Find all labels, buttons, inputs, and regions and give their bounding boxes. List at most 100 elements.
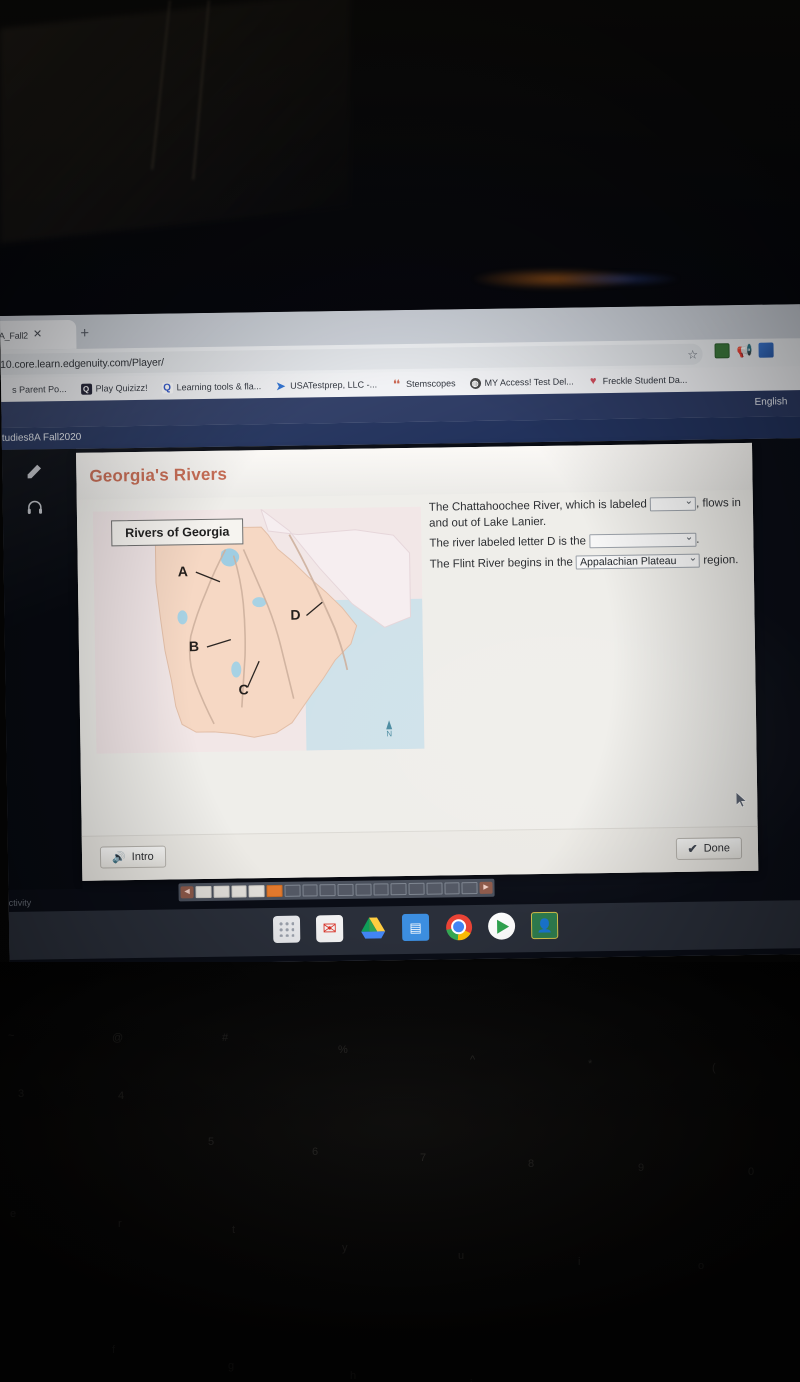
question-3: The Flint River begins in the Appalachia… [430, 553, 746, 573]
room-light-reflection [560, 272, 680, 286]
keyboard-shading [0, 962, 800, 1382]
mouse-cursor [735, 791, 748, 808]
georgia-rivers-map: Rivers of Georgia A B C D N [92, 506, 425, 754]
question-2-text-before: The river labeled letter D is the [429, 535, 587, 550]
dropdown-river-d[interactable] [589, 532, 697, 549]
intro-button[interactable]: 🔊 Intro [99, 845, 166, 869]
megaphone-extension-icon[interactable]: 📢 [736, 343, 752, 358]
bookmark-label: Freckle Student Da... [602, 374, 688, 387]
bookmark-label: Stemscopes [405, 378, 456, 389]
edgenuity-body: Activity Georgia's Rivers Rivers of Geor… [0, 437, 800, 966]
progress-step[interactable] [408, 882, 425, 896]
drive-icon[interactable] [359, 914, 386, 941]
dropdown-chattahoochee-label[interactable] [649, 496, 697, 512]
shelf-app-icons: ✉ ▤ 👤 [272, 911, 559, 944]
right-arrow-icon[interactable]: ▶ [479, 881, 493, 894]
progress-step[interactable] [461, 881, 478, 895]
stemscopes-icon: ❛❛ [393, 378, 400, 390]
play-icon[interactable] [487, 912, 516, 940]
bookmark-item[interactable]: ♥ Freckle Student Da... [588, 374, 688, 388]
question-1: The Chattahoochee River, which is labele… [429, 496, 745, 532]
bookmark-item[interactable]: s Parent Po... [0, 384, 67, 396]
progress-step[interactable] [426, 882, 443, 895]
speaker-icon: 🔊 [111, 851, 126, 864]
room-background [0, 0, 800, 318]
progress-step[interactable] [443, 882, 460, 895]
blue-extension-icon[interactable] [758, 342, 774, 358]
compass-rose: N [382, 720, 396, 739]
close-icon[interactable]: ✕ [33, 328, 42, 340]
done-button[interactable]: ✔ Done [675, 837, 743, 861]
progress-step[interactable] [337, 883, 354, 897]
progress-step[interactable] [355, 883, 372, 896]
bookmark-icon [0, 384, 8, 395]
compass-north-label: N [386, 729, 393, 739]
bookmark-label: MY Access! Test Del... [484, 376, 574, 388]
north-arrow-icon [386, 720, 393, 730]
question-3-text-before: The Flint River begins in the [429, 556, 573, 571]
laptop-keyboard: ~ @ # % ^ * ( 3 4 5 6 7 8 9 0 e r t y u … [0, 962, 800, 1382]
bookmark-label: USATestprep, LLC -... [290, 379, 378, 391]
bookmark-label: Learning tools & fla... [176, 381, 262, 393]
page-title: Georgia's Rivers [89, 464, 228, 486]
check-icon: ✔ [687, 841, 698, 856]
headphones-icon[interactable] [23, 495, 47, 519]
extension-icons: 📢 [714, 342, 774, 359]
done-button-label: Done [703, 842, 731, 855]
map-label-a: A [177, 563, 189, 580]
gmail-icon[interactable]: ✉ [315, 914, 344, 943]
launcher-icon[interactable] [272, 915, 301, 944]
progress-step[interactable] [372, 883, 389, 896]
usatestprep-icon: ➤ [275, 380, 286, 393]
question-2-text-after: . [696, 533, 700, 546]
left-arrow-icon[interactable]: ◀ [180, 886, 194, 899]
docs-icon[interactable]: ▤ [401, 913, 430, 942]
bookmark-item[interactable]: ◍ MY Access! Test Del... [469, 376, 574, 389]
star-icon[interactable]: ☆ [683, 345, 703, 365]
progress-step[interactable] [319, 884, 336, 897]
progress-step[interactable] [284, 884, 301, 897]
green-extension-icon[interactable] [714, 343, 730, 359]
freckle-icon: ♥ [589, 375, 597, 388]
lesson-footer: 🔊 Intro ✔ Done [81, 825, 759, 881]
lesson-body: Rivers of Georgia A B C D N The Chattaho… [76, 489, 758, 836]
progress-step[interactable] [301, 884, 318, 897]
classroom-icon[interactable]: 👤 [530, 911, 559, 940]
tab-title: dies8A_Fall2 [0, 330, 29, 341]
lesson-progress-bar: ◀ ▶ [178, 878, 495, 902]
map-label-c: C [238, 681, 249, 698]
progress-step[interactable] [390, 883, 407, 896]
bookmark-item[interactable]: ➤ USATestprep, LLC -... [275, 379, 377, 392]
language-selector[interactable]: English [754, 396, 787, 407]
dropdown-flint-region[interactable]: Appalachian Plateau [576, 553, 701, 570]
quizizz-icon: Q [80, 383, 92, 395]
left-toolbar [0, 448, 83, 891]
chromeos-shelf: ✉ ▤ 👤 [0, 899, 800, 961]
question-2: The river labeled letter D is the . [429, 532, 745, 552]
bookmark-item[interactable]: Q Learning tools & fla... [161, 381, 262, 394]
breadcrumb: giaStudies8A Fall2020 [0, 431, 82, 445]
activity-label: Activity [2, 897, 32, 909]
plus-icon[interactable]: + [80, 325, 89, 342]
photo-of-laptop-screen: dies8A_Fall2 ✕ + r10.core.learn.edgenuit… [0, 0, 800, 1382]
bookmark-item[interactable]: Q Play Quizizz! [80, 382, 148, 395]
laptop-screen: dies8A_Fall2 ✕ + r10.core.learn.edgenuit… [0, 304, 800, 966]
pencil-icon[interactable] [22, 459, 46, 483]
map-label-b: B [188, 638, 200, 655]
browser-tab[interactable]: dies8A_Fall2 ✕ [0, 319, 77, 351]
progress-step[interactable] [248, 885, 265, 898]
map-caption: Rivers of Georgia [111, 518, 244, 547]
url-text: r10.core.learn.edgenuity.com/Player/ [0, 356, 165, 371]
progress-step-current[interactable] [266, 884, 283, 898]
progress-step[interactable] [213, 885, 230, 898]
progress-step[interactable] [195, 885, 212, 899]
lesson-card: Georgia's Rivers Rivers of Georgia A B C… [76, 442, 759, 881]
progress-step[interactable] [230, 885, 247, 898]
chrome-icon[interactable] [445, 913, 472, 940]
bookmark-label: Play Quizizz! [95, 382, 148, 394]
bookmark-label: s Parent Po... [12, 384, 67, 395]
question-panel: The Chattahoochee River, which is labele… [429, 496, 746, 578]
question-3-text-after: region. [700, 553, 739, 567]
bookmark-item[interactable]: ❛❛ Stemscopes [391, 378, 456, 390]
quizlet-icon: Q [161, 381, 173, 394]
